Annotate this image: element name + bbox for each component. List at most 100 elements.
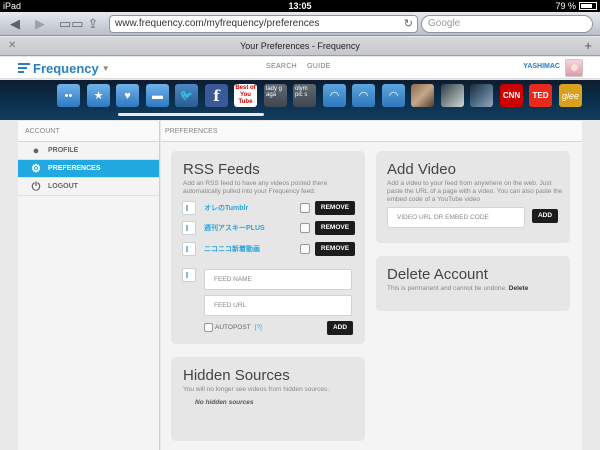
close-tab-icon[interactable]: ✕: [8, 37, 16, 55]
channel-tile[interactable]: glee: [559, 84, 582, 107]
channel-tile[interactable]: ★: [87, 84, 110, 107]
add-feed-button[interactable]: ADD: [327, 321, 353, 335]
sidebar-item-label: PROFILE: [48, 147, 79, 154]
channel-tile[interactable]: [470, 84, 493, 107]
share-icon[interactable]: ⇪: [85, 16, 101, 32]
new-tab-icon[interactable]: +: [584, 37, 592, 55]
channel-tile[interactable]: ••: [57, 84, 80, 107]
channel-tile[interactable]: Best of You Tube: [234, 84, 257, 107]
tab-bar: ✕ Your Preferences - Frequency +: [0, 37, 600, 56]
channel-strip: glee TED CNN ◠ ◠ ◠ olym pic s lady g aga Best of…: [0, 80, 600, 120]
delete-warning-text: This is permanent and cannot be undone.: [387, 285, 507, 292]
section-header: PREFERENCES: [161, 121, 582, 142]
battery-indicator: 79 %: [555, 0, 597, 12]
add-video-title: Add Video: [387, 161, 456, 178]
remove-feed-button[interactable]: REMOVE: [315, 221, 355, 235]
autopost-checkbox[interactable]: [204, 323, 213, 332]
frequency-logo[interactable]: Frequency ▼: [18, 60, 110, 76]
page-title: Your Preferences - Frequency: [240, 41, 360, 51]
browser-toolbar: ◀ ▶ ▭▭ ⇪ www.frequency.com/myfrequency/p…: [0, 12, 600, 36]
hidden-sources-empty: No hidden sources: [195, 399, 254, 406]
channel-tile[interactable]: ♥: [116, 84, 139, 107]
power-icon: ⏻: [31, 181, 41, 193]
feed-url-placeholder: FEED URL: [214, 302, 247, 309]
feed-name-input[interactable]: FEED NAME: [204, 269, 352, 290]
account-sidebar: ACCOUNT ● PROFILE ⚙ PREFERENCES ⏻ LOGOUT: [18, 121, 160, 450]
chevron-down-icon[interactable]: ▼: [102, 64, 110, 73]
address-bar[interactable]: www.frequency.com/myfrequency/preference…: [109, 15, 418, 33]
autopost-label: AUTOPOST: [215, 324, 251, 331]
app-header: Frequency ▼ SEARCH GUIDE YASHIMAC: [0, 57, 600, 79]
remove-feed-button[interactable]: REMOVE: [315, 201, 355, 215]
feed-row: ニコニコ新着動画 REMOVE: [182, 242, 355, 256]
ipad-screen: iPad 13:05 79 % ◀ ▶ ▭▭ ⇪ www.frequency.c…: [0, 0, 600, 450]
channel-tile[interactable]: [411, 84, 434, 107]
channel-tile[interactable]: [441, 84, 464, 107]
channel-tile[interactable]: ▬: [146, 84, 169, 107]
feed-checkbox[interactable]: [300, 203, 310, 213]
battery-fill: [581, 4, 593, 8]
battery-percent: 79 %: [555, 1, 576, 11]
new-feed-doc-icon: [182, 268, 196, 282]
delete-account-title: Delete Account: [387, 266, 488, 283]
hidden-sources-card: Hidden Sources You will no longer see vi…: [171, 357, 365, 441]
channel-tile[interactable]: ◠: [323, 84, 346, 107]
channel-tile[interactable]: CNN: [500, 84, 523, 107]
add-video-description: Add a video to your feed from anywhere o…: [387, 180, 563, 203]
channel-tile[interactable]: olym pic s: [293, 84, 316, 107]
channel-tile[interactable]: lady g aga: [264, 84, 287, 107]
rss-title: RSS Feeds: [183, 161, 260, 178]
delete-account-card: Delete Account This is permanent and can…: [376, 256, 570, 311]
feed-doc-icon: [182, 201, 196, 215]
logo-mark-icon: [18, 63, 30, 73]
top-nav: SEARCH GUIDE: [266, 63, 331, 70]
video-url-input[interactable]: VIDEO URL OR EMBED CODE: [387, 207, 525, 228]
feed-checkbox[interactable]: [300, 244, 310, 254]
nav-guide[interactable]: GUIDE: [307, 63, 331, 70]
feed-doc-icon: [182, 221, 196, 235]
feed-url-input[interactable]: FEED URL: [204, 295, 352, 316]
delete-account-description: This is permanent and cannot be undone. …: [387, 285, 528, 293]
status-bar: iPad 13:05 79 %: [0, 0, 600, 12]
feed-checkbox[interactable]: [300, 223, 310, 233]
logo-text: Frequency: [33, 60, 99, 76]
feed-name[interactable]: ニコニコ新着動画: [204, 244, 260, 254]
search-placeholder: Google: [428, 18, 461, 29]
channel-tile[interactable]: TED: [529, 84, 552, 107]
feed-doc-icon: [182, 242, 196, 256]
sidebar-item-profile[interactable]: ● PROFILE: [18, 142, 159, 160]
nav-search[interactable]: SEARCH: [266, 63, 297, 70]
search-field[interactable]: Google: [421, 15, 593, 33]
back-icon[interactable]: ◀: [8, 16, 22, 32]
bookmarks-icon[interactable]: ▭▭: [59, 16, 84, 32]
strip-scrollbar[interactable]: [118, 113, 264, 116]
reload-icon[interactable]: ↻: [404, 16, 413, 32]
add-video-button[interactable]: ADD: [532, 209, 558, 223]
sidebar-item-logout[interactable]: ⏻ LOGOUT: [18, 178, 159, 196]
delete-account-link[interactable]: Delete: [509, 285, 529, 292]
feed-name[interactable]: 週刊アスキーPLUS: [204, 223, 265, 233]
rss-description: Add an RSS feed to have any videos poste…: [183, 180, 328, 195]
avatar[interactable]: [565, 59, 583, 77]
channel-tile[interactable]: 🐦: [175, 84, 198, 107]
gear-icon: ⚙: [31, 163, 41, 175]
video-url-placeholder: VIDEO URL OR EMBED CODE: [397, 214, 489, 221]
channel-tile[interactable]: f: [205, 84, 228, 107]
rss-feeds-card: RSS Feeds Add an RSS feed to have any vi…: [171, 151, 365, 344]
channel-tile[interactable]: ◠: [352, 84, 375, 107]
address-text: www.frequency.com/myfrequency/preference…: [115, 18, 320, 29]
sidebar-item-label: LOGOUT: [48, 183, 78, 190]
remove-feed-button[interactable]: REMOVE: [315, 242, 355, 256]
feed-row: オレのTumblr REMOVE: [182, 201, 355, 215]
channel-tile[interactable]: ◠: [382, 84, 405, 107]
sidebar-item-preferences[interactable]: ⚙ PREFERENCES: [18, 160, 159, 178]
hidden-sources-title: Hidden Sources: [183, 367, 290, 384]
battery-icon: [579, 2, 597, 10]
autopost-option: AUTOPOST [?]: [204, 323, 262, 332]
feed-name[interactable]: オレのTumblr: [204, 203, 248, 213]
username[interactable]: YASHIMAC: [523, 63, 560, 70]
autopost-help-link[interactable]: [?]: [255, 324, 262, 331]
person-icon: ●: [32, 145, 40, 157]
feed-row: 週刊アスキーPLUS REMOVE: [182, 221, 355, 235]
forward-icon[interactable]: ▶: [33, 16, 47, 32]
